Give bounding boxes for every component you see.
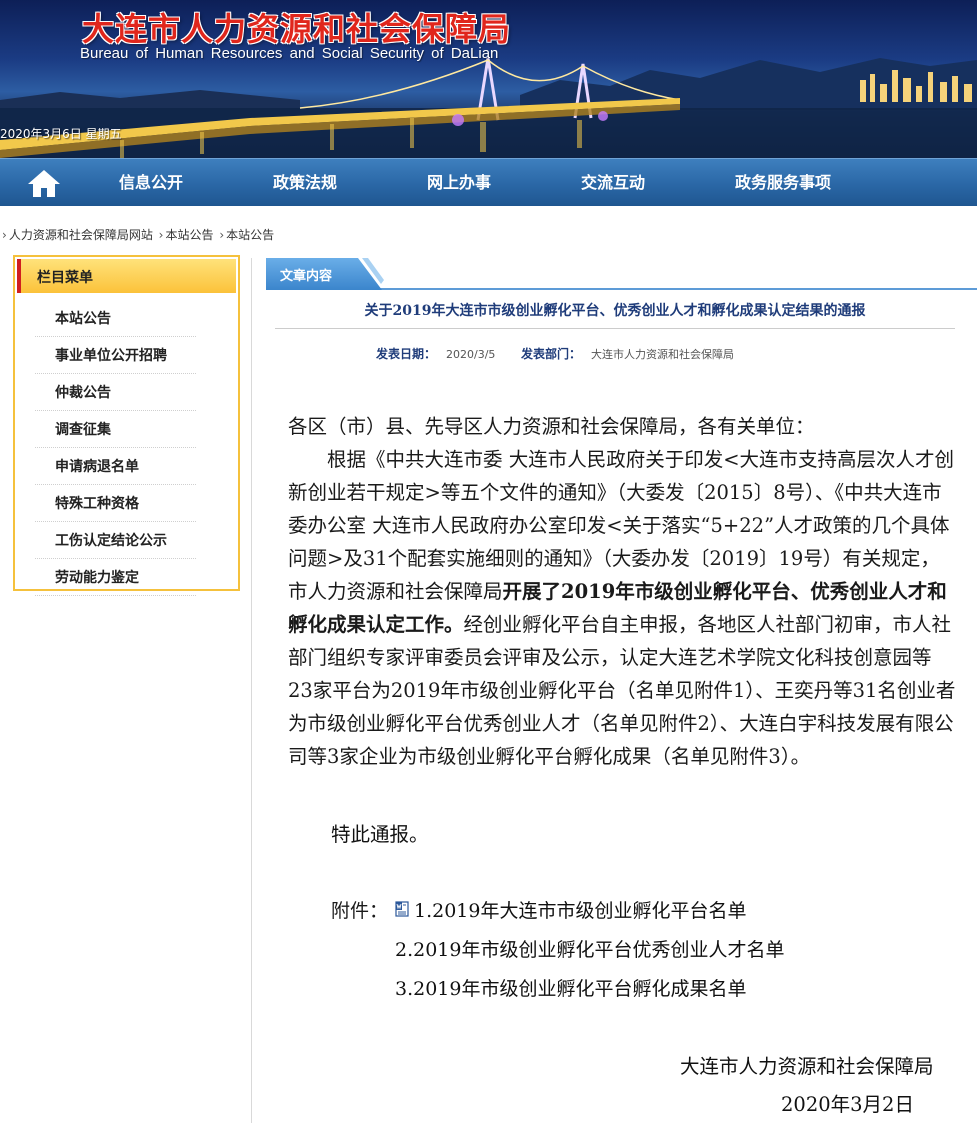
article-body: 各区（市）县、先导区人力资源和社会保障局，各有关单位： 根据《中共大连市委 大连… [288,410,956,773]
breadcrumb-home[interactable]: 人力资源和社会保障局网站 [9,228,153,242]
signature-org: 大连市人力资源和社会保障局 [680,1055,934,1078]
signature-date: 2020年3月2日 [781,1093,914,1116]
publish-dept-label: 发表部门： [521,347,582,361]
closing-remark: 特此通报。 [331,823,429,846]
menu-item-survey[interactable]: 调查征集 [15,412,238,449]
nav-item-info-disclosure[interactable]: 信息公开 [119,159,183,207]
menu-item-public-recruitment[interactable]: 事业单位公开招聘 [15,338,238,375]
article-content-tab: 文章内容 [266,258,384,290]
column-menu: 栏目菜单 本站公告 事业单位公开招聘 仲裁公告 调查征集 申请病退名单 特殊工种… [13,255,240,596]
title-divider [275,328,955,329]
menu-item-site-notice[interactable]: 本站公告 [15,301,238,338]
publish-date-value: 2020/3/5 [446,348,496,361]
menu-item-sick-retirement[interactable]: 申请病退名单 [15,449,238,486]
nav-item-policies[interactable]: 政策法规 [273,159,337,207]
breadcrumb: › 人力资源和社会保障局网站 › 本站公告 › 本站公告 [0,226,274,243]
attachment-item-2: 2.2019年市级创业孵化平台优秀创业人才名单 [395,939,785,961]
menu-item-injury-conclusion[interactable]: 工伤认定结论公示 [15,523,238,560]
column-menu-title: 栏目菜单 [37,270,93,286]
breadcrumb-section[interactable]: 本站公告 [165,228,213,242]
publish-dept-value: 大连市人力资源和社会保障局 [591,348,735,361]
chevron-right-icon: › [219,228,225,242]
article-tab-bar: 文章内容 [266,258,977,290]
publish-date-label: 发表日期： [376,347,437,361]
menu-item-work-ability[interactable]: 劳动能力鉴定 [15,560,238,597]
nav-item-online-services[interactable]: 网上办事 [427,159,491,207]
attachment-link-1[interactable]: 1.2019年大连市市级创业孵化平台名单 [414,896,746,923]
chevron-right-icon: › [2,228,7,242]
attachment-item-3: 3.2019年市级创业孵化平台孵化成果名单 [395,978,747,1000]
body-paragraph: 根据《中共大连市委 大连市人民政府关于印发<大连市支持高层次人才创新创业若干规定… [288,443,956,773]
chevron-right-icon: › [158,228,164,242]
menu-item-special-job[interactable]: 特殊工种资格 [15,486,238,523]
word-document-icon [395,901,409,917]
site-title: 大连市人力资源和社会保障局 [82,10,512,48]
breadcrumb-current: 本站公告 [226,228,275,242]
article-title: 关于2019年大连市市级创业孵化平台、优秀创业人才和孵化成果认定结果的通报 [364,303,866,319]
publish-dept: 发表部门： 大连市人力资源和社会保障局 [521,345,734,362]
article-tab-label: 文章内容 [280,269,333,284]
menu-item-arbitration-notice[interactable]: 仲裁公告 [15,375,238,412]
salutation: 各区（市）县、先导区人力资源和社会保障局，各有关单位： [288,415,815,438]
site-subtitle: Bureau of Human Resources and Social Sec… [80,45,499,62]
attachments-label: 附件： [331,900,389,922]
publish-date: 发表日期： 2020/3/5 [376,345,495,362]
nav-item-interaction[interactable]: 交流互动 [581,159,645,207]
site-banner: 大连市人力资源和社会保障局 Bureau of Human Resources … [0,0,977,158]
body-text-part2: 经创业孵化平台自主申报，各地区人社部门初审，市人社部门组织专家评审委员会评审及公… [288,613,956,768]
main-nav: 信息公开 政策法规 网上办事 交流互动 政务服务事项 [0,158,977,206]
nav-item-gov-services[interactable]: 政务服务事项 [735,159,831,207]
home-icon[interactable] [26,167,62,199]
current-date: 2020年3月6日 星期五 [0,127,122,141]
column-menu-header: 栏目菜单 [17,259,236,293]
